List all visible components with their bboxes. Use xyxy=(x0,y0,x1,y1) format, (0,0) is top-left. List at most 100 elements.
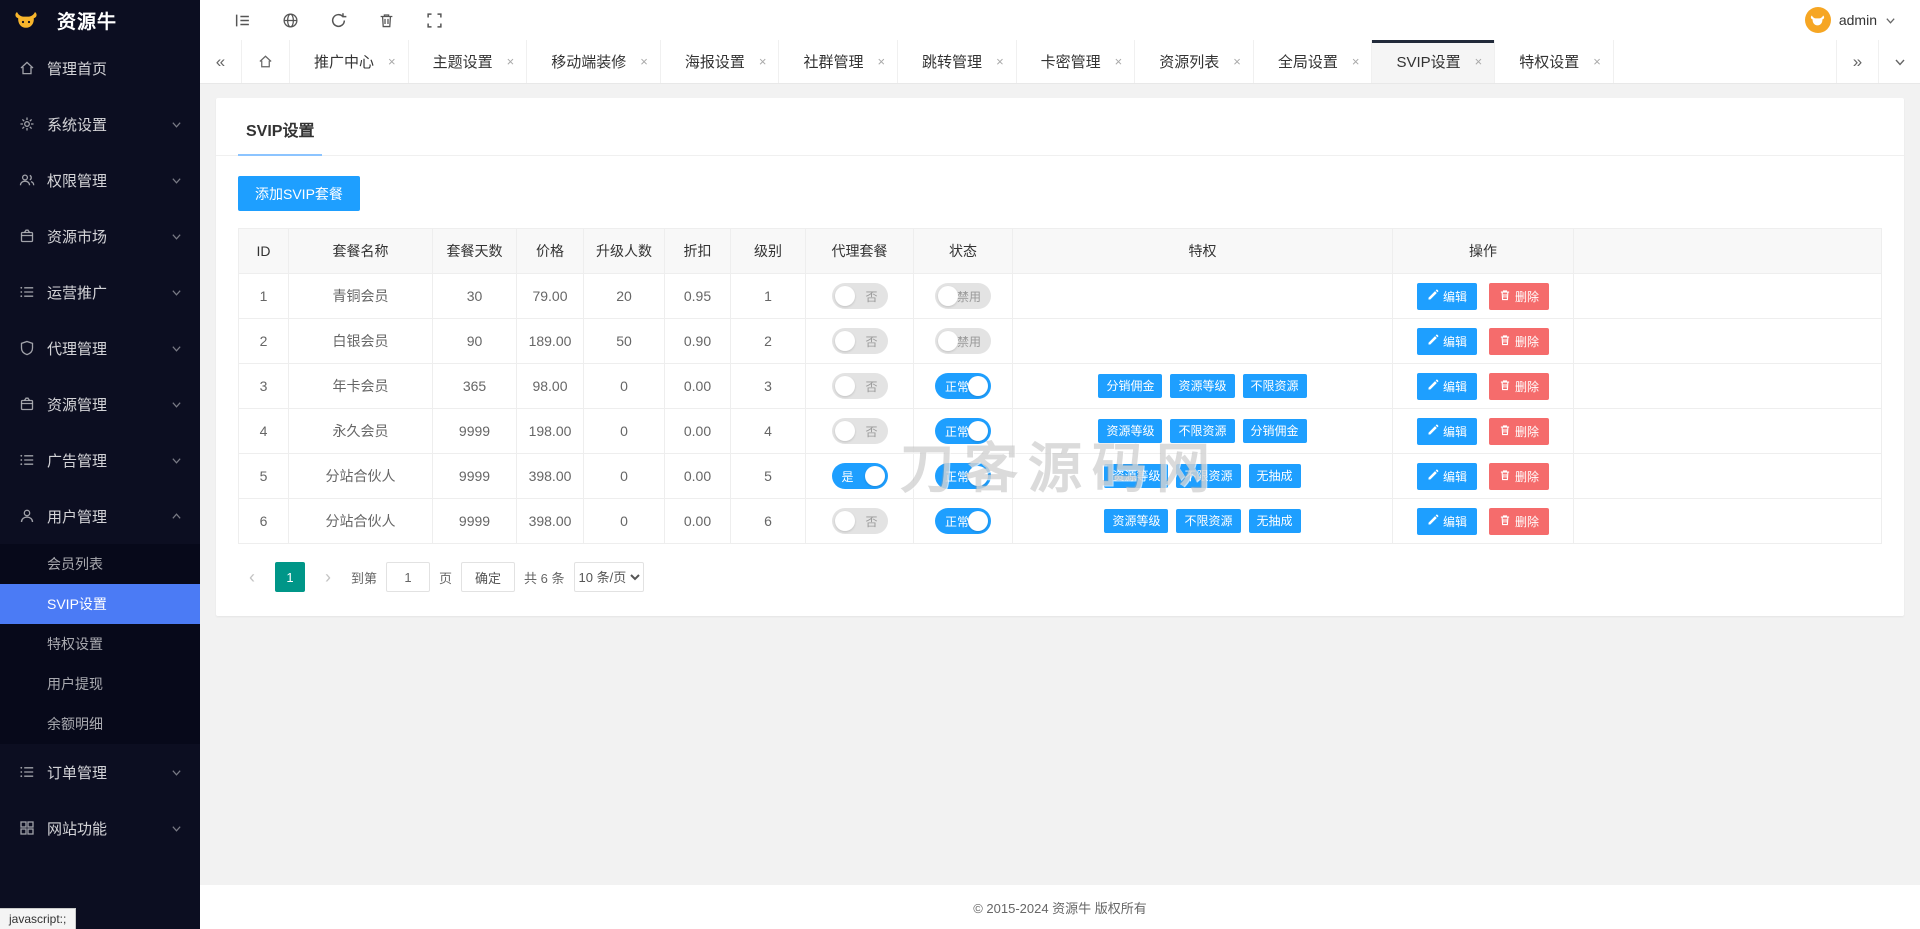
agent-toggle[interactable]: 否 xyxy=(831,283,888,309)
close-icon[interactable]: × xyxy=(996,54,1004,69)
close-icon[interactable]: × xyxy=(877,54,885,69)
toggle-knob-icon xyxy=(834,421,855,441)
pencil-icon xyxy=(1427,334,1439,349)
privilege-badge[interactable]: 不限资源 xyxy=(1176,509,1241,533)
tab-0[interactable]: 推广中心 × xyxy=(290,40,409,83)
tab-9[interactable]: SVIP设置 × xyxy=(1372,40,1496,83)
close-icon[interactable]: × xyxy=(1593,54,1601,69)
collapse-sidebar-icon[interactable] xyxy=(218,0,266,40)
sidebar-subitem-4[interactable]: 余额明细 xyxy=(0,704,200,744)
tab-6[interactable]: 卡密管理 × xyxy=(1017,40,1136,83)
tabs-scroll-right-icon[interactable]: » xyxy=(1836,40,1878,83)
tab-1[interactable]: 主题设置 × xyxy=(409,40,528,83)
refresh-icon[interactable] xyxy=(314,0,362,40)
pagination-page-1[interactable]: 1 xyxy=(275,562,305,592)
list-icon xyxy=(18,284,36,300)
privilege-badge[interactable]: 不限资源 xyxy=(1242,374,1307,398)
tab-3[interactable]: 海报设置 × xyxy=(661,40,780,83)
status-toggle[interactable]: 禁用 xyxy=(935,328,991,354)
edit-button[interactable]: 编辑 xyxy=(1416,507,1477,535)
status-toggle[interactable]: 正常 xyxy=(935,508,991,534)
close-icon[interactable]: × xyxy=(1352,54,1360,69)
agent-toggle[interactable]: 否 xyxy=(831,373,888,399)
delete-button[interactable]: 删除 xyxy=(1489,417,1550,445)
privilege-badge[interactable]: 无抽成 xyxy=(1248,509,1301,533)
add-svip-package-button[interactable]: 添加SVIP套餐 xyxy=(238,176,360,211)
tabbar: « 推广中心 × 主题设置 × 移动端装修 × 海报设置 × 社群管理 × 跳转管理 × 卡密管理 × 资源… xyxy=(200,40,1920,84)
tabs-dropdown-icon[interactable] xyxy=(1878,40,1920,83)
sidebar-item-0[interactable]: 管理首页 xyxy=(0,40,200,96)
sidebar-item-8[interactable]: 用户管理 xyxy=(0,488,200,544)
delete-button[interactable]: 删除 xyxy=(1489,462,1550,490)
delete-button[interactable]: 删除 xyxy=(1489,327,1550,355)
edit-button[interactable]: 编辑 xyxy=(1416,327,1477,355)
status-toggle[interactable]: 禁用 xyxy=(935,283,991,309)
delete-button[interactable]: 删除 xyxy=(1489,282,1550,310)
cell-filler xyxy=(1573,363,1882,409)
privilege-badge[interactable]: 分销佣金 xyxy=(1242,419,1307,443)
tab-home[interactable] xyxy=(242,40,290,83)
sidebar-item-9[interactable]: 订单管理 xyxy=(0,744,200,800)
tab-7[interactable]: 资源列表 × xyxy=(1135,40,1254,83)
close-icon[interactable]: × xyxy=(507,54,515,69)
chevron-down-icon xyxy=(171,287,182,298)
sidebar-subitem-3[interactable]: 用户提现 xyxy=(0,664,200,704)
tab-2[interactable]: 移动端装修 × xyxy=(527,40,661,83)
pagination-prev-icon[interactable]: ‹ xyxy=(238,562,266,592)
status-toggle[interactable]: 正常 xyxy=(935,373,991,399)
close-icon[interactable]: × xyxy=(1115,54,1123,69)
close-icon[interactable]: × xyxy=(759,54,767,69)
status-toggle[interactable]: 正常 xyxy=(935,463,991,489)
sidebar-item-7[interactable]: 广告管理 xyxy=(0,432,200,488)
tab-8[interactable]: 全局设置 × xyxy=(1254,40,1373,83)
privilege-badge[interactable]: 不限资源 xyxy=(1170,419,1235,443)
tab-4[interactable]: 社群管理 × xyxy=(779,40,899,83)
edit-button[interactable]: 编辑 xyxy=(1416,372,1477,400)
pagination-next-icon[interactable]: › xyxy=(314,562,342,592)
privilege-badge[interactable]: 资源等级 xyxy=(1104,464,1169,488)
sidebar-subitem-2[interactable]: 特权设置 xyxy=(0,624,200,664)
close-icon[interactable]: × xyxy=(1233,54,1241,69)
sidebar-item-4[interactable]: 运营推广 xyxy=(0,264,200,320)
tab-5[interactable]: 跳转管理 × xyxy=(898,40,1017,83)
toggle-knob-icon xyxy=(834,331,855,351)
status-toggle[interactable]: 正常 xyxy=(935,418,991,444)
logo[interactable]: 资源牛 xyxy=(0,0,200,40)
privilege-badge[interactable]: 资源等级 xyxy=(1170,374,1235,398)
per-page-select[interactable]: 10 条/页 xyxy=(573,562,644,592)
agent-toggle[interactable]: 是 xyxy=(831,463,888,489)
delete-button[interactable]: 删除 xyxy=(1489,372,1550,400)
privilege-badge[interactable]: 资源等级 xyxy=(1104,509,1169,533)
privilege-badge[interactable]: 资源等级 xyxy=(1098,419,1163,443)
card-tab-svip[interactable]: SVIP设置 xyxy=(238,98,323,156)
globe-icon[interactable] xyxy=(266,0,314,40)
admin-menu[interactable]: admin xyxy=(1804,7,1902,33)
tabs-scroll-left-icon[interactable]: « xyxy=(200,40,242,83)
sidebar-item-3[interactable]: 资源市场 xyxy=(0,208,200,264)
agent-toggle[interactable]: 否 xyxy=(831,418,888,444)
edit-button[interactable]: 编辑 xyxy=(1416,417,1477,445)
pagination-goto-input[interactable] xyxy=(386,562,431,592)
sidebar-subitem-1[interactable]: SVIP设置 xyxy=(0,584,200,624)
agent-toggle[interactable]: 否 xyxy=(831,328,888,354)
clear-cache-trash-icon[interactable] xyxy=(362,0,410,40)
sidebar-subitem-0[interactable]: 会员列表 xyxy=(0,544,200,584)
sidebar-item-6[interactable]: 资源管理 xyxy=(0,376,200,432)
sidebar-item-1[interactable]: 系统设置 xyxy=(0,96,200,152)
delete-button[interactable]: 删除 xyxy=(1489,507,1550,535)
edit-button[interactable]: 编辑 xyxy=(1416,282,1477,310)
close-icon[interactable]: × xyxy=(1475,54,1483,69)
close-icon[interactable]: × xyxy=(640,54,648,69)
privilege-badge[interactable]: 分销佣金 xyxy=(1098,374,1163,398)
tab-10[interactable]: 特权设置 × xyxy=(1495,40,1614,83)
privilege-badge[interactable]: 不限资源 xyxy=(1176,464,1241,488)
pagination-confirm-button[interactable]: 确定 xyxy=(461,562,516,592)
agent-toggle[interactable]: 否 xyxy=(831,508,888,534)
close-icon[interactable]: × xyxy=(388,54,396,69)
edit-button[interactable]: 编辑 xyxy=(1416,462,1477,490)
privilege-badge[interactable]: 无抽成 xyxy=(1248,464,1301,488)
sidebar-item-5[interactable]: 代理管理 xyxy=(0,320,200,376)
fullscreen-icon[interactable] xyxy=(410,0,458,40)
sidebar-item-2[interactable]: 权限管理 xyxy=(0,152,200,208)
sidebar-item-10[interactable]: 网站功能 xyxy=(0,800,200,856)
